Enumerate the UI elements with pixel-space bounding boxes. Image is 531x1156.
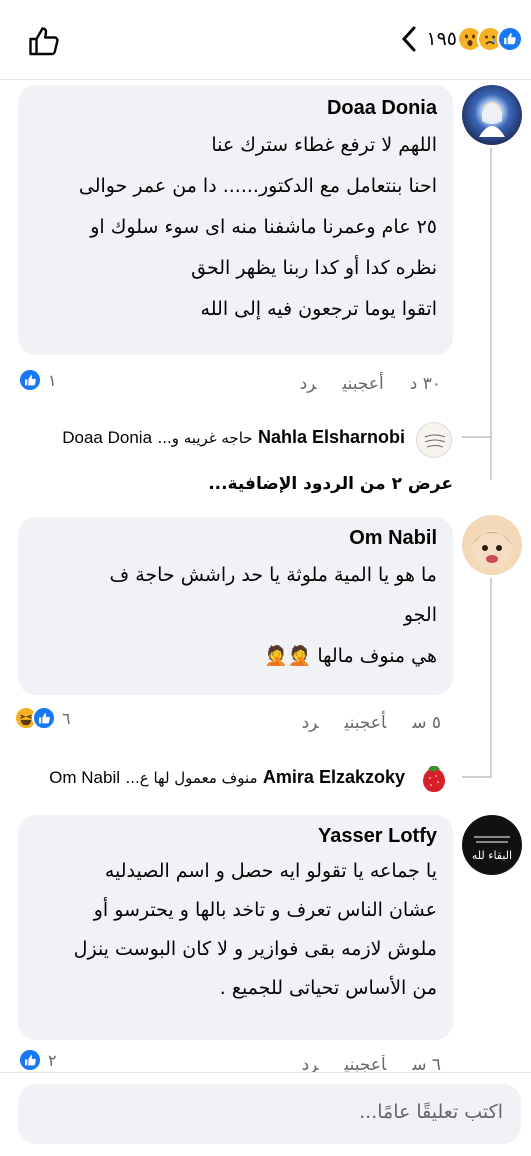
comment-text-line: ما هو يا المية ملوثة يا حد راشش حاجة ف: [109, 564, 437, 586]
reaction-summary[interactable]: ١٩٥: [398, 24, 523, 54]
comment-bubble[interactable]: Om Nabil ما هو يا المية ملوثة يا حد راشش…: [18, 517, 453, 695]
comment-meta: ٦ س أعجبني رد: [276, 1055, 441, 1072]
comment-author[interactable]: Yasser Lotfy: [18, 815, 453, 848]
reply-to-name: Doaa Donia: [62, 428, 153, 447]
like-link[interactable]: أعجبني: [343, 374, 384, 394]
comment-time: ٦ س: [412, 1055, 441, 1072]
thread-line: [490, 148, 492, 480]
comment-bubble[interactable]: Doaa Donia اللهم لا ترفع غطاء سترك عنا ا…: [18, 85, 453, 355]
reply-preview[interactable]: Nahla Elsharnobi حاجه غريبه و... Doaa Do…: [62, 427, 405, 448]
reply-avatar[interactable]: [416, 422, 452, 458]
reaction-number: ٢: [48, 1050, 57, 1070]
reply-preview[interactable]: Amira Elzakzoky منوف معمول لها ع... Om N…: [49, 767, 405, 788]
like-icon: [32, 706, 56, 730]
like-icon: [497, 26, 523, 52]
reply-author[interactable]: Amira Elzakzoky: [263, 767, 405, 787]
svg-text:البقاء لله: البقاء لله: [472, 849, 512, 862]
reply-avatar[interactable]: [416, 760, 452, 796]
like-link[interactable]: أعجبني: [345, 713, 387, 733]
thumbs-up-outline-icon[interactable]: [26, 24, 62, 60]
like-icon: [18, 368, 42, 392]
comment-text-line: نظره كدا أو كدا ربنا يظهر الحق: [191, 257, 437, 279]
comment-text-line: ٢٥ عام وعمرنا ماشفنا منه اى سوء سلوك او: [90, 216, 437, 238]
reply-link[interactable]: رد: [302, 1055, 319, 1072]
comment-reaction-count[interactable]: ١: [18, 368, 57, 392]
comment-text-line: الجو: [403, 604, 437, 626]
reply-to-name: Om Nabil: [49, 768, 121, 787]
comment-text-line: هي منوف مالها 🤦🤦: [263, 645, 437, 667]
footer-divider: [0, 1072, 531, 1073]
comment-text-line: احنا بنتعامل مع الدكتور...... دا من عمر …: [78, 175, 437, 197]
like-icon: [18, 1048, 42, 1072]
reply-snippet: منوف معمول لها ع...: [125, 769, 258, 787]
reaction-number: ٦: [62, 708, 71, 728]
reaction-count: ١٩٥: [426, 28, 457, 50]
thread-line: [490, 578, 492, 778]
like-link[interactable]: أعجبني: [345, 1055, 387, 1072]
comment-time: ٣٠ د: [409, 374, 441, 394]
header-divider: [0, 79, 531, 80]
reply-link[interactable]: رد: [302, 713, 319, 733]
avatar[interactable]: [462, 85, 522, 145]
header: ١٩٥: [0, 0, 531, 78]
comment-author[interactable]: Doaa Donia: [18, 85, 453, 120]
reply-snippet: حاجه غريبه و...: [157, 429, 253, 447]
comment-author[interactable]: Om Nabil: [18, 517, 453, 550]
avatar[interactable]: [462, 515, 522, 575]
comment-text-line: اتقوا يوما ترجعون فيه إلى الله: [200, 298, 437, 320]
comment-meta: ٥ س أعجبني رد: [276, 713, 441, 733]
comment-text-line: يا جماعه يا تقولو ايه حصل و اسم الصيدليه: [104, 860, 437, 882]
thread-line: [462, 436, 490, 438]
avatar[interactable]: البقاء لله: [462, 815, 522, 875]
comment-bubble[interactable]: Yasser Lotfy يا جماعه يا تقولو ايه حصل و…: [18, 815, 453, 1040]
comment-text-line: اللهم لا ترفع غطاء سترك عنا: [211, 134, 437, 156]
comment-text-line: عشان الناس تعرف و تاخد بالها و يحترسو أو: [93, 899, 437, 921]
comment-composer[interactable]: اكتب تعليقًا عامًا...: [18, 1084, 521, 1144]
view-more-replies-link[interactable]: عرض ٢ من الردود الإضافية...: [208, 474, 453, 494]
comment-time: ٥ س: [412, 713, 441, 733]
comment-text-line: من الأساس تحياتى للجميع .: [219, 977, 437, 999]
composer-placeholder[interactable]: اكتب تعليقًا عامًا...: [359, 1101, 503, 1123]
chevron-left-icon[interactable]: [398, 24, 420, 54]
comment-reaction-count[interactable]: ٦: [14, 706, 71, 730]
reply-author[interactable]: Nahla Elsharnobi: [258, 427, 405, 447]
comment-meta: ٣٠ د أعجبني رد: [274, 374, 441, 394]
comment-reaction-count[interactable]: ٢: [18, 1048, 57, 1072]
reaction-number: ١: [48, 370, 57, 390]
thread-line: [462, 776, 490, 778]
comment-text-line: ملوش لازمه بقى فوازير و لا كان البوست ين…: [73, 938, 437, 960]
reply-link[interactable]: رد: [300, 374, 317, 394]
